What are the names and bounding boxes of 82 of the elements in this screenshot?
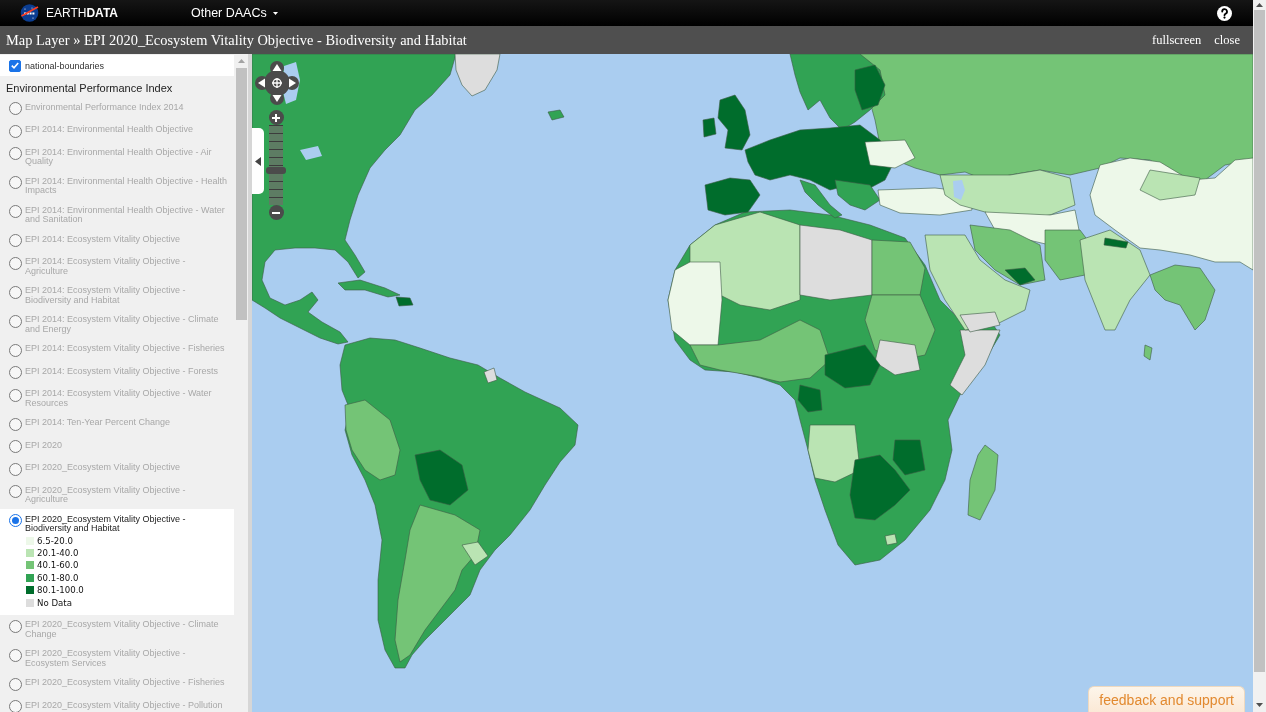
plus-icon — [272, 113, 280, 122]
layer-title: Map Layer » EPI 2020_Ecosystem Vitality Objective - Biodiversity and Habitat — [6, 31, 467, 49]
radio-button[interactable] — [9, 234, 22, 247]
collapse-sidebar-button[interactable] — [252, 128, 264, 194]
menu-button[interactable]: Other DAACs — [191, 6, 278, 20]
radio-button[interactable] — [9, 147, 22, 160]
radio-button[interactable] — [9, 285, 22, 299]
layer-label[interactable]: EPI 2020 — [25, 440, 228, 450]
radio-button[interactable] — [9, 388, 22, 402]
layer-label[interactable]: EPI 2014: Environmental Health Objective - Health Impacts — [25, 176, 228, 196]
logo-icon[interactable] — [20, 4, 39, 22]
radio-button[interactable] — [9, 619, 22, 633]
arrow-up-icon[interactable] — [272, 64, 282, 71]
arrow-right-icon[interactable] — [289, 78, 296, 88]
radio-button[interactable] — [9, 514, 22, 527]
radio-button[interactable] — [9, 256, 22, 270]
layer-label[interactable]: EPI 2014: Ecosystem Vitality Objective - Fisheries — [25, 344, 228, 354]
layer-label[interactable]: EPI 2014: Ecosystem Vitality Objective — [25, 234, 228, 244]
feedback-button[interactable]: feedback and support — [1088, 686, 1245, 712]
layer-label[interactable]: EPI 2014: Ten-Year Percent Change — [25, 418, 228, 428]
legend-label: 6.5-20.0 — [37, 534, 73, 547]
layer-label[interactable]: EPI 2014: Ecosystem Vitality Objective - Biodiversity and Habitat — [25, 286, 228, 305]
scroll-up-icon[interactable] — [1256, 3, 1263, 7]
scroll-down-icon[interactable] — [1256, 703, 1263, 707]
checkbox[interactable] — [9, 59, 21, 72]
title-bar-link[interactable]: fullscreen — [1152, 32, 1202, 48]
lake-shape — [300, 146, 322, 160]
country-shape — [1143, 344, 1153, 361]
layer-label[interactable]: EPI 2020_Ecosystem Vitality Objective - Ecosystem Services — [25, 649, 228, 669]
scrollbar-thumb[interactable] — [235, 68, 247, 320]
caret-icon — [272, 11, 278, 15]
country-shape — [547, 109, 565, 121]
radio-button[interactable] — [9, 485, 22, 498]
recenter-icon[interactable] — [271, 77, 283, 89]
layer-label[interactable]: EPI 2020_Ecosystem Vitality Objective - Climate Change — [25, 620, 228, 640]
legend-label: 80.1-100.0 — [37, 584, 84, 597]
layer-label[interactable]: EPI 2014: Environmental Health Objective - Water and Sanitation — [25, 205, 228, 225]
legend-label: 60.1-80.0 — [37, 571, 79, 584]
layer-label[interactable]: EPI 2014: Environmental Health Objective - Air Quality — [25, 147, 228, 167]
caret-left-icon — [255, 156, 261, 166]
radio-button[interactable] — [9, 700, 22, 712]
layer-label[interactable]: EPI 2020_Ecosystem Vitality Objective - Fisheries — [25, 678, 228, 688]
layer-item[interactable]: EPI 2020_Ecosystem Vitality Objective - Biodiversity and Habitat 6.5-20.0 20.1-40.0 40.1-60.0 60.1-80.0 80.1-100.0 No Data — [0, 509, 234, 615]
checkbox-label[interactable]: national-boundaries — [25, 60, 105, 71]
legend-label: 40.1-60.0 — [37, 559, 79, 572]
radio-button[interactable] — [9, 648, 22, 662]
radio-button[interactable] — [9, 124, 22, 138]
legend-label: No Data — [37, 596, 72, 609]
title-bar-link[interactable]: close — [1214, 32, 1240, 48]
radio-button[interactable] — [9, 417, 22, 431]
layer-label[interactable]: EPI 2020_Ecosystem Vitality Objective - Pollution — [25, 700, 228, 711]
arrow-left-icon[interactable] — [258, 78, 265, 88]
zoom-slider-thumb[interactable] — [266, 167, 286, 175]
map-panel[interactable]: feedback and support — [252, 54, 1253, 712]
layer-label[interactable]: EPI 2014: Ecosystem Vitality Objective - Water Resources — [25, 389, 228, 408]
scrollbar-thumb[interactable] — [1254, 10, 1265, 672]
arrow-down-icon[interactable] — [272, 95, 282, 102]
radio-button[interactable] — [9, 102, 22, 115]
radio-button[interactable] — [9, 366, 22, 379]
pan-control[interactable] — [255, 61, 299, 105]
radio-button[interactable] — [9, 462, 22, 476]
layer-label[interactable]: EPI 2014: Environmental Health Objective — [25, 125, 228, 135]
layer-label[interactable]: Environmental Performance Index 2014 — [25, 102, 228, 112]
legend-label: 20.1-40.0 — [37, 547, 79, 560]
brand-name[interactable]: EARTHDATA — [46, 6, 118, 20]
radio-button[interactable] — [9, 205, 22, 218]
radio-button[interactable] — [9, 343, 22, 357]
radio-button[interactable] — [9, 677, 22, 691]
lake-shape — [953, 180, 965, 200]
radio-button[interactable] — [9, 176, 22, 189]
layer-label[interactable]: EPI 2020_Ecosystem Vitality Objective - Biodiversity and Habitat — [25, 514, 228, 534]
scrollbar[interactable] — [1253, 0, 1266, 712]
zoom-slider[interactable] — [266, 125, 286, 205]
layer-label[interactable]: EPI 2014: Ecosystem Vitality Objective - Forests — [25, 366, 228, 376]
layer-label[interactable]: EPI 2014: Ecosystem Vitality Objective - Agriculture — [25, 257, 228, 276]
layer-label[interactable]: EPI 2020_Ecosystem Vitality Objective - Agriculture — [25, 485, 228, 505]
layer-label[interactable]: EPI 2014: Ecosystem Vitality Objective - Climate and Energy — [25, 315, 228, 334]
section-heading: Environmental Performance Index — [5, 81, 174, 96]
radio-button[interactable] — [9, 314, 22, 328]
radio-button[interactable] — [9, 440, 22, 453]
layer-label[interactable]: EPI 2020_Ecosystem Vitality Objective — [25, 463, 228, 473]
help-icon[interactable] — [1217, 5, 1232, 21]
